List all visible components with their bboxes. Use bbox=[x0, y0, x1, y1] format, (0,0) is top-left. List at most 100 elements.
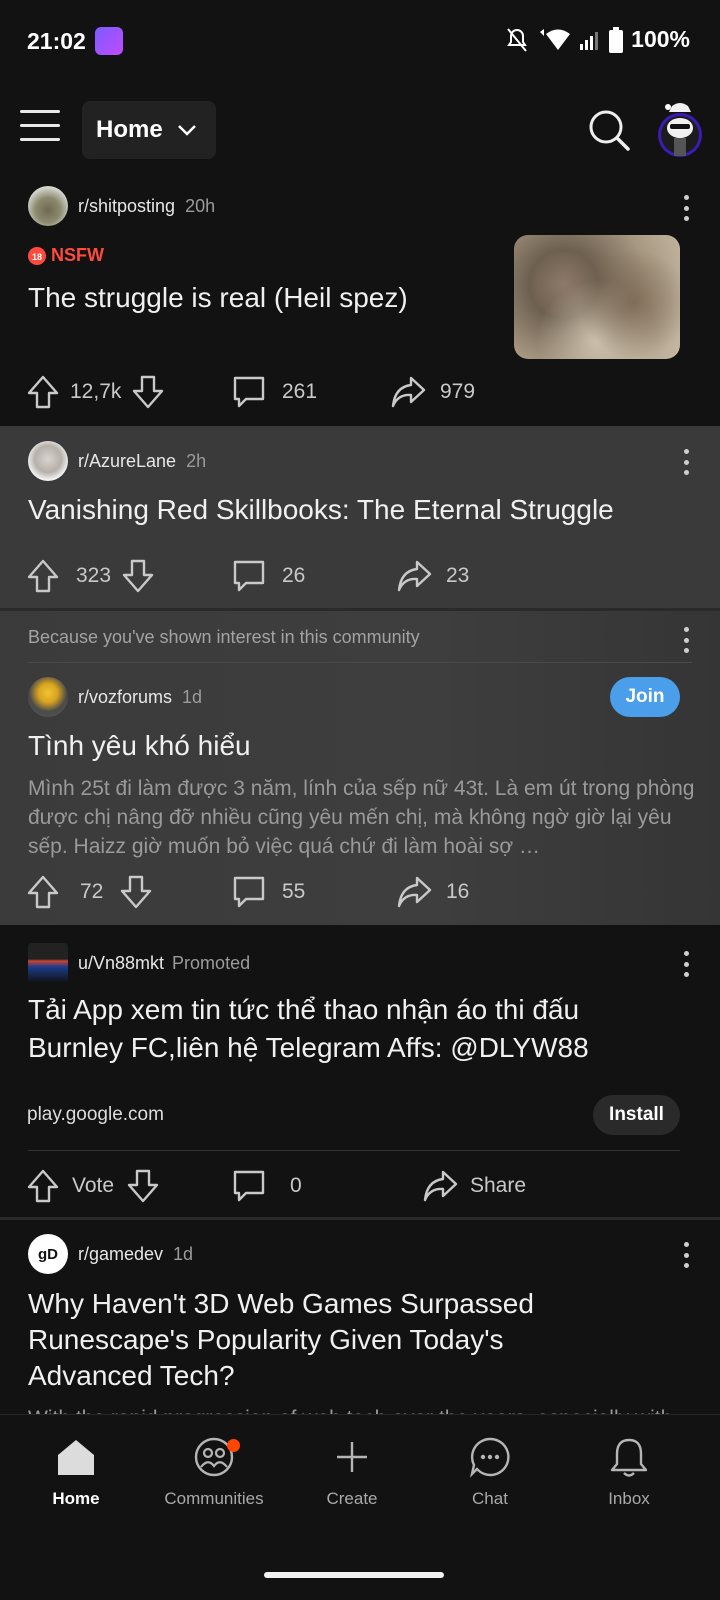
comments-button[interactable]: 0 bbox=[232, 1164, 312, 1208]
divider bbox=[28, 1150, 680, 1151]
post-title[interactable]: Tình yêu khó hiểu bbox=[28, 728, 628, 763]
nav-inbox-label: Inbox bbox=[608, 1489, 650, 1508]
post-actions: Vote 0 Share bbox=[26, 1164, 706, 1208]
more-options-button[interactable] bbox=[682, 627, 690, 653]
subreddit-name[interactable]: r/AzureLane bbox=[78, 451, 176, 472]
downvote-icon[interactable] bbox=[131, 374, 165, 410]
nav-inbox[interactable]: Inbox bbox=[569, 1429, 689, 1509]
post-actions: 12,7k 261 979 bbox=[26, 370, 706, 414]
more-options-button[interactable] bbox=[682, 951, 690, 977]
top-app-bar: Home bbox=[0, 82, 720, 182]
subreddit-avatar[interactable]: gD bbox=[28, 1234, 68, 1274]
nav-chat[interactable]: Chat bbox=[430, 1429, 550, 1509]
subreddit-name[interactable]: r/shitposting bbox=[78, 196, 175, 217]
nav-chat-label: Chat bbox=[472, 1489, 508, 1508]
ad-domain[interactable]: play.google.com bbox=[27, 1104, 164, 1126]
post-body-preview[interactable]: With the rapid progression of web tech o… bbox=[28, 1404, 696, 1414]
vote-group: 72 bbox=[26, 870, 153, 914]
post-thumbnail-blurred[interactable] bbox=[514, 235, 680, 359]
nsfw-label: NSFW bbox=[51, 245, 104, 265]
share-button[interactable]: 16 bbox=[396, 870, 479, 914]
upvote-icon[interactable] bbox=[26, 1168, 60, 1204]
vote-group: 12,7k bbox=[26, 370, 165, 414]
install-button[interactable]: Install bbox=[593, 1095, 680, 1135]
comments-button[interactable]: 261 bbox=[232, 370, 327, 414]
menu-button[interactable] bbox=[20, 110, 60, 144]
subreddit-avatar-text: gD bbox=[38, 1245, 58, 1263]
share-button[interactable]: Share bbox=[422, 1164, 536, 1208]
nav-communities-label: Communities bbox=[164, 1489, 264, 1508]
post-age: 2h bbox=[186, 450, 207, 471]
nav-communities[interactable]: Communities bbox=[154, 1429, 274, 1509]
upvote-icon[interactable] bbox=[26, 558, 60, 594]
plus-icon bbox=[337, 1442, 367, 1472]
svg-text:18: 18 bbox=[32, 252, 42, 262]
post-actions: 72 55 16 bbox=[26, 870, 706, 914]
subreddit-avatar[interactable] bbox=[28, 441, 68, 481]
recommendation-reason: Because you've shown interest in this co… bbox=[28, 627, 420, 647]
share-count: 979 bbox=[440, 380, 476, 403]
upvote-icon[interactable] bbox=[26, 874, 60, 910]
subreddit-name[interactable]: r/gamedev bbox=[78, 1244, 163, 1265]
more-options-button[interactable] bbox=[682, 195, 690, 221]
post-title-line-2[interactable]: Runescape's Popularity Given Today's bbox=[28, 1322, 504, 1357]
share-icon bbox=[396, 559, 432, 593]
vote-label: Vote bbox=[72, 1174, 115, 1197]
advertiser-name[interactable]: u/Vn88mkt bbox=[78, 953, 164, 974]
share-label: Share bbox=[470, 1174, 527, 1197]
upvote-icon[interactable] bbox=[26, 374, 60, 410]
downvote-icon[interactable] bbox=[119, 874, 153, 910]
more-options-button[interactable] bbox=[682, 1242, 690, 1268]
comment-count: 26 bbox=[282, 564, 306, 587]
subreddit-avatar[interactable] bbox=[28, 677, 68, 717]
snoo-avatar-icon bbox=[658, 103, 702, 157]
nav-create[interactable]: Create bbox=[292, 1429, 412, 1509]
feed-selector[interactable]: Home bbox=[82, 101, 216, 159]
nav-home[interactable]: Home bbox=[16, 1429, 136, 1509]
subreddit-name[interactable]: r/vozforums bbox=[78, 687, 172, 708]
vote-count: 72 bbox=[80, 880, 104, 903]
vote-count: 12,7k bbox=[70, 380, 122, 403]
divider bbox=[28, 662, 692, 663]
post-title[interactable]: The struggle is real (Heil spez) bbox=[28, 280, 498, 315]
signal-icon bbox=[580, 31, 599, 50]
comment-icon bbox=[232, 875, 266, 909]
search-icon bbox=[589, 110, 630, 151]
more-options-button[interactable] bbox=[682, 449, 690, 475]
post-body-preview[interactable]: Mình 25t đi làm được 3 năm, lính của sếp… bbox=[28, 774, 696, 861]
post-title-line-1[interactable]: Why Haven't 3D Web Games Surpassed bbox=[28, 1286, 534, 1321]
comment-icon bbox=[232, 559, 266, 593]
post-actions: 323 26 23 bbox=[26, 554, 706, 598]
battery-level: 100% bbox=[631, 26, 690, 52]
post-title-line-2[interactable]: Burnley FC,liên hệ Telegram Affs: @DLYW8… bbox=[28, 1030, 589, 1065]
status-bar: 21:02 100% bbox=[0, 0, 720, 82]
bell-icon bbox=[610, 1438, 648, 1477]
user-avatar[interactable] bbox=[655, 98, 705, 158]
comments-button[interactable]: 55 bbox=[232, 870, 315, 914]
post-title[interactable]: Vanishing Red Skillbooks: The Eternal St… bbox=[28, 492, 698, 527]
comments-button[interactable]: 26 bbox=[232, 554, 315, 598]
post-card[interactable]: r/AzureLane 2h Vanishing Red Skillbooks:… bbox=[0, 426, 720, 608]
advertiser-avatar[interactable] bbox=[28, 943, 68, 983]
post-title-line-1[interactable]: Tải App xem tin tức thể thao nhận áo thi… bbox=[28, 992, 579, 1027]
promoted-label: Promoted bbox=[172, 952, 251, 973]
post-card[interactable]: gD r/gamedev 1d Why Haven't 3D Web Games… bbox=[0, 1220, 720, 1414]
nsfw-18-icon: 18 bbox=[28, 246, 46, 265]
post-title-line-3[interactable]: Advanced Tech? bbox=[28, 1358, 235, 1393]
post-age: 20h bbox=[185, 195, 216, 216]
vote-group: 323 bbox=[26, 554, 155, 598]
feed-selector-label: Home bbox=[96, 116, 163, 143]
share-icon bbox=[396, 875, 432, 909]
search-button[interactable] bbox=[587, 108, 631, 152]
share-button[interactable]: 979 bbox=[390, 370, 485, 414]
downvote-icon[interactable] bbox=[126, 1168, 160, 1204]
downvote-icon[interactable] bbox=[121, 558, 155, 594]
home-icon bbox=[58, 1440, 94, 1475]
nav-home-label: Home bbox=[52, 1489, 100, 1508]
home-indicator[interactable] bbox=[264, 1572, 444, 1578]
subreddit-avatar[interactable] bbox=[28, 186, 68, 226]
bell-off-icon bbox=[507, 27, 528, 52]
join-button[interactable]: Join bbox=[610, 677, 680, 717]
share-button[interactable]: 23 bbox=[396, 554, 479, 598]
app-notification-icon bbox=[95, 27, 123, 55]
